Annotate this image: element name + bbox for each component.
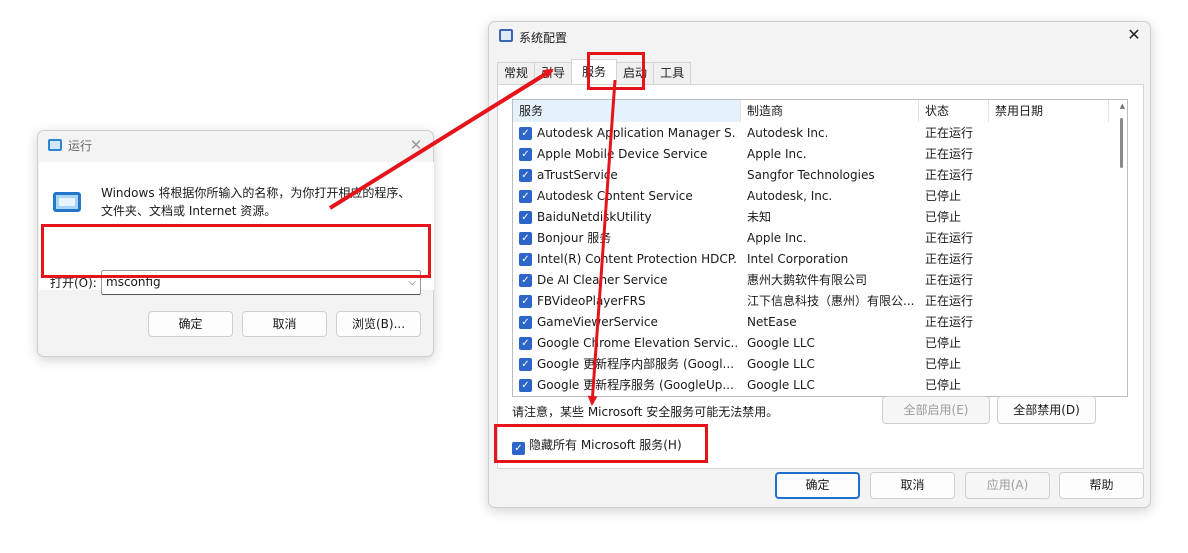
annotation-arrows — [328, 68, 617, 406]
arrow-to-services-tab — [328, 68, 554, 210]
arrow-to-hide-ms — [587, 79, 617, 406]
